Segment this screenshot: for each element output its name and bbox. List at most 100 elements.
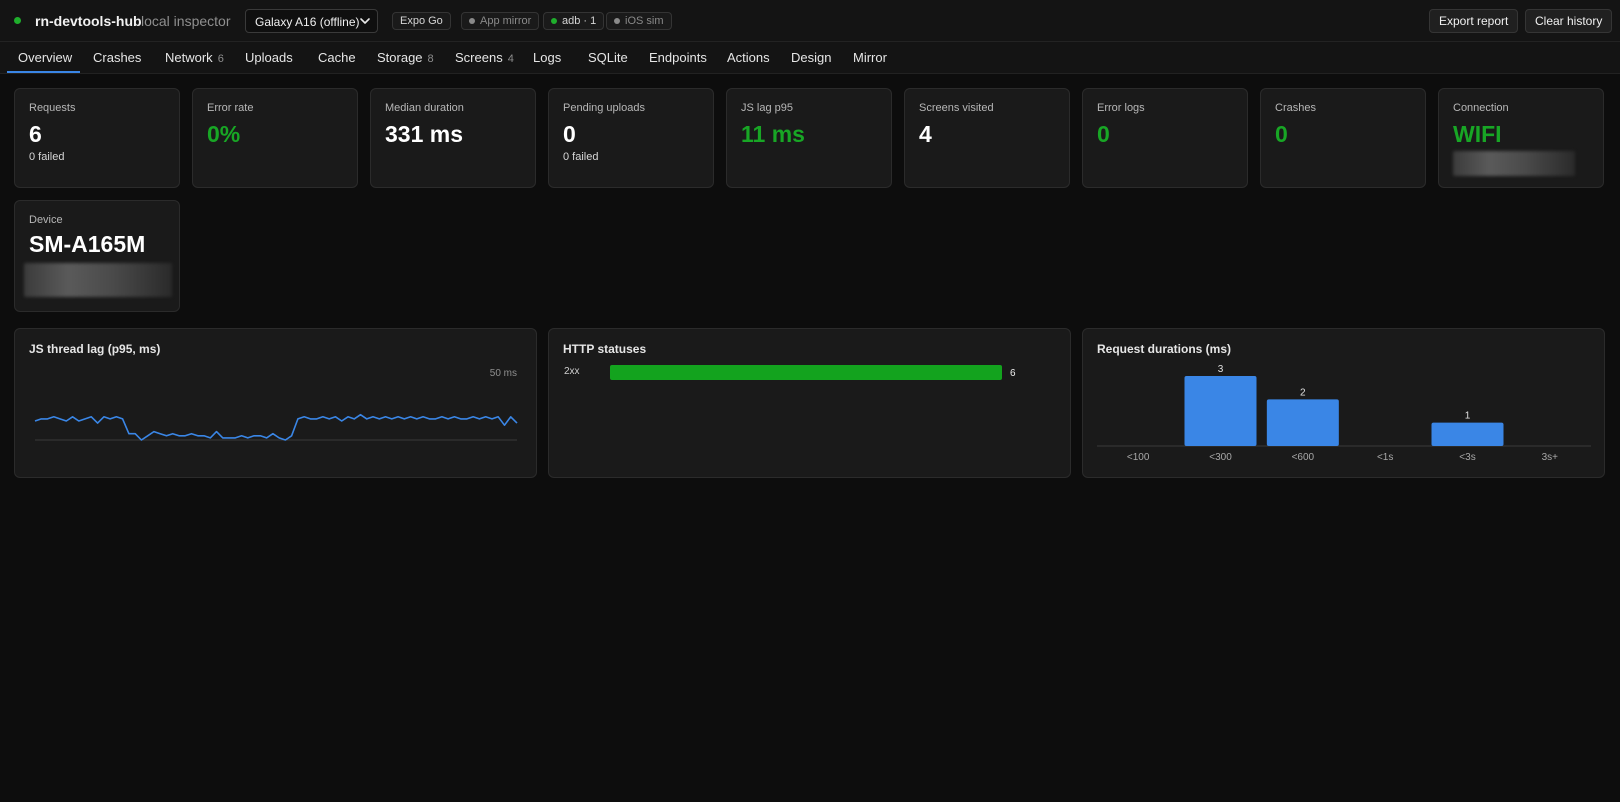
http-statuses-chart: 2xx 6	[564, 365, 1016, 380]
stat-subtext: 0 failed	[29, 151, 65, 163]
tab-count: 6	[217, 53, 224, 65]
stat-value: 0%	[207, 121, 241, 147]
durations-tick-label: <1s	[1377, 452, 1393, 463]
http-statuses-panel: HTTP statuses 2xx 6	[548, 328, 1071, 478]
app-name: rn-devtools-hub	[35, 13, 142, 29]
stat-label: Requests	[29, 102, 76, 114]
device-card: Device SM-A165M	[14, 200, 180, 312]
stat-card-connection: Connection WIFI	[1438, 88, 1604, 188]
stat-subtext: 0 failed	[563, 151, 599, 163]
tab-label: Uploads	[245, 50, 293, 65]
durations-bar[interactable]	[1184, 376, 1257, 446]
tab-label: Actions	[727, 50, 770, 65]
tab-network[interactable]: Network 6	[165, 50, 224, 65]
device-label: Device	[29, 214, 63, 226]
durations-tick-label: <100	[1127, 452, 1150, 463]
request-durations-chart: <100 3 <300 2 <600 <1s 1 <3s 3s+	[1097, 364, 1591, 463]
durations-bar-value: 3	[1218, 364, 1224, 375]
redacted-connection-detail	[1453, 151, 1575, 176]
tab-design[interactable]: Design	[791, 50, 831, 65]
device-select[interactable]: Galaxy A16 (offline)	[245, 9, 378, 33]
tab-mirror[interactable]: Mirror	[853, 50, 887, 65]
stat-card-median-duration: Median duration 331 ms	[370, 88, 536, 188]
js-lag-series-line	[34, 413, 518, 441]
tab-count: 8	[427, 53, 434, 65]
request-durations-panel: Request durations (ms) <100 3 <300 2 <600 <1s…	[1082, 328, 1605, 478]
js-lag-chart: 50 ms	[34, 368, 518, 441]
tab-count: 4	[507, 53, 514, 65]
app-mirror-status-dot	[469, 18, 475, 24]
stat-label: Median duration	[385, 102, 464, 114]
tab-overview[interactable]: Overview	[18, 50, 72, 65]
expo-go-badge: Expo Go	[392, 12, 451, 30]
ios-sim-badge[interactable]: iOS sim	[606, 12, 672, 30]
stat-label: Connection	[1453, 102, 1509, 114]
tab-label: Cache	[318, 50, 356, 65]
stat-value: 0	[1275, 121, 1288, 147]
js-lag-panel: JS thread lag (p95, ms) 50 ms	[14, 328, 537, 478]
app-mirror-badge[interactable]: App mirror	[461, 12, 540, 30]
app-mirror-label: App mirror	[480, 15, 532, 27]
tab-cache[interactable]: Cache	[318, 50, 356, 65]
durations-bar-value: 1	[1465, 411, 1471, 422]
stat-label: Crashes	[1275, 102, 1316, 114]
adb-badge[interactable]: adb · 1	[543, 12, 605, 30]
durations-tick-label: <600	[1292, 452, 1315, 463]
tab-logs[interactable]: Logs	[533, 50, 561, 65]
tab-label: Screens	[455, 50, 503, 65]
stat-label: JS lag p95	[741, 102, 793, 114]
stat-value: 0	[1097, 121, 1110, 147]
durations-bar[interactable]	[1431, 422, 1504, 446]
tab-label: Mirror	[853, 50, 887, 65]
tab-storage[interactable]: Storage 8	[377, 50, 434, 65]
tab-label: SQLite	[588, 50, 628, 65]
stat-card-screens-visited: Screens visited 4	[904, 88, 1070, 188]
http-status-bar[interactable]	[610, 365, 1002, 380]
stat-value: 0	[563, 121, 576, 147]
stat-card-error-logs: Error logs 0	[1082, 88, 1248, 188]
tab-screens[interactable]: Screens 4	[455, 50, 514, 65]
export-report-button[interactable]: Export report	[1429, 9, 1519, 33]
connection-status-dot	[14, 17, 21, 24]
tab-uploads[interactable]: Uploads	[245, 50, 293, 65]
tab-label: Storage	[377, 50, 423, 65]
tab-bar: Overview Crashes Network 6 Uploads Cache …	[0, 42, 1620, 74]
stat-label: Error rate	[207, 102, 254, 114]
durations-tick-label: <300	[1209, 452, 1232, 463]
stat-label: Screens visited	[919, 102, 994, 114]
tab-actions[interactable]: Actions	[727, 50, 770, 65]
tab-crashes[interactable]: Crashes	[93, 50, 141, 65]
tab-label: Endpoints	[649, 50, 707, 65]
expo-go-label: Expo Go	[400, 15, 443, 27]
stat-value: 4	[919, 121, 932, 147]
tab-sqlite[interactable]: SQLite	[588, 50, 628, 65]
stat-value: 6	[29, 121, 42, 147]
app-subtitle: local inspector	[141, 13, 231, 29]
js-lag-max-label: 50 ms	[490, 368, 517, 379]
stat-value: WIFI	[1453, 121, 1502, 147]
redacted-device-detail	[24, 263, 172, 297]
chevron-down-icon	[360, 18, 370, 24]
tab-label: Crashes	[93, 50, 142, 65]
adb-label: adb · 1	[562, 15, 597, 27]
http-status-category-label: 2xx	[564, 366, 580, 377]
device-model: SM-A165M	[29, 231, 146, 257]
top-bar: rn-devtools-hub local inspector Galaxy A…	[0, 0, 1620, 42]
clear-history-button[interactable]: Clear history	[1525, 9, 1613, 33]
tab-endpoints[interactable]: Endpoints	[649, 50, 707, 65]
stat-card-requests: Requests 6 0 failed	[14, 88, 180, 188]
durations-tick-label: <3s	[1459, 452, 1475, 463]
durations-bar-value: 2	[1300, 387, 1306, 398]
tab-label: Logs	[533, 50, 562, 65]
adb-status-dot	[551, 18, 557, 24]
tab-label: Overview	[18, 50, 73, 65]
durations-bar[interactable]	[1266, 399, 1339, 446]
tab-label: Design	[791, 50, 832, 65]
ios-sim-status-dot	[614, 18, 620, 24]
active-tab-indicator	[7, 71, 80, 73]
http-status-count-label: 6	[1010, 368, 1016, 379]
stat-label: Error logs	[1097, 102, 1145, 114]
tab-label: Network	[165, 50, 213, 65]
stat-card-js-lag: JS lag p95 11 ms	[726, 88, 892, 188]
stat-label: Pending uploads	[563, 102, 645, 114]
